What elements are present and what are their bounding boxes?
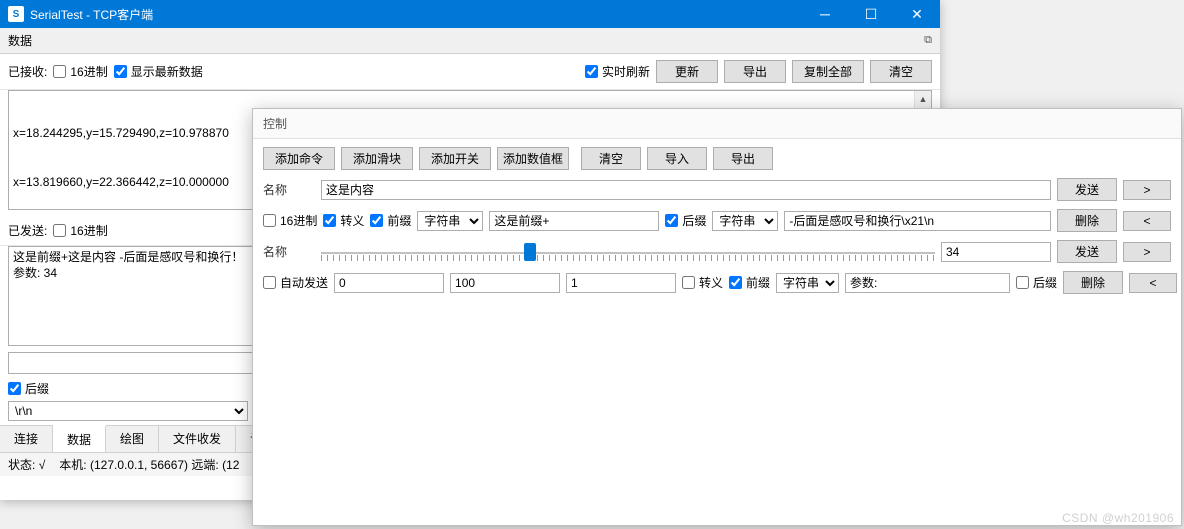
received-label: 已接收: [8, 63, 47, 80]
ctrl-import-button[interactable]: 导入 [647, 147, 707, 170]
titlebar[interactable]: S SerialTest - TCP客户端 ─ ☐ ✕ [0, 0, 940, 28]
control-body: 添加命令 添加滑块 添加开关 添加数值框 清空 导入 导出 名称 发送 > 16… [253, 139, 1181, 302]
cmd-detail-row: 16进制 转义 前缀 字符串 后缀 字符串 删除 < [263, 209, 1171, 232]
cmd-send-button[interactable]: 发送 [1057, 178, 1117, 201]
suffix-select[interactable]: \r\n [8, 401, 248, 421]
num-suffix-checkbox[interactable]: 后缀 [1016, 274, 1057, 291]
tab-connect[interactable]: 连接 [0, 426, 53, 452]
auto-send-checkbox[interactable]: 自动发送 [263, 274, 328, 291]
close-button[interactable]: ✕ [894, 0, 940, 28]
cmd-name-label: 名称 [263, 181, 315, 198]
tx-text: 这是前缀+这是内容 -后面是感叹号和换行！ 参数: 34 [13, 250, 243, 280]
update-button[interactable]: 更新 [656, 60, 718, 83]
maximize-button[interactable]: ☐ [848, 0, 894, 28]
cmd-prefix-input[interactable] [489, 211, 659, 231]
clear-button[interactable]: 清空 [870, 60, 932, 83]
tab-data[interactable]: 数据 [53, 425, 106, 452]
slider-track[interactable] [321, 241, 935, 263]
cmd-prefix-checkbox[interactable]: 前缀 [370, 212, 411, 229]
add-numbox-button[interactable]: 添加数值框 [497, 147, 569, 170]
status-state: 状态: √ [8, 456, 45, 473]
cmd-delete-button[interactable]: 删除 [1057, 209, 1117, 232]
tab-plot[interactable]: 绘图 [106, 426, 159, 452]
cmd-expand-right-button[interactable]: > [1123, 180, 1171, 200]
copy-all-button[interactable]: 复制全部 [792, 60, 864, 83]
slider-row: 名称 发送 > [263, 240, 1171, 263]
control-window: 控制 添加命令 添加滑块 添加开关 添加数值框 清空 导入 导出 名称 发送 >… [252, 108, 1182, 526]
status-local: 本机: (127.0.0.1, 56667) 远端: (12 [59, 456, 239, 473]
tab-filetx[interactable]: 文件收发 [159, 426, 236, 452]
rx-hex-checkbox[interactable]: 16进制 [53, 63, 107, 80]
undock-icon[interactable]: ⧉ [924, 34, 932, 47]
numbox-row: 自动发送 转义 前缀 字符串 后缀 删除 < [263, 271, 1171, 294]
slider-send-button[interactable]: 发送 [1057, 240, 1117, 263]
window-controls: ─ ☐ ✕ [802, 0, 940, 28]
num-prefix-input[interactable] [845, 273, 1010, 293]
add-slider-button[interactable]: 添加滑块 [341, 147, 413, 170]
slider-name-label: 名称 [263, 243, 315, 260]
data-pane-title: 数据 [8, 32, 32, 49]
num-collapse-left-button[interactable]: < [1129, 273, 1177, 293]
scroll-up-icon[interactable]: ▲ [919, 91, 928, 107]
cmd-prefix-type-select[interactable]: 字符串 [417, 211, 483, 231]
cmd-suffix-checkbox[interactable]: 后缀 [665, 212, 706, 229]
data-pane-header: 数据 ⧉ [0, 28, 940, 54]
rx-realtime-checkbox[interactable]: 实时刷新 [585, 63, 650, 80]
add-row: 添加命令 添加滑块 添加开关 添加数值框 清空 导入 导出 [263, 147, 1171, 170]
rx-toolbar: 已接收: 16进制 显示最新数据 实时刷新 更新 导出 复制全部 清空 [0, 54, 940, 90]
ctrl-clear-button[interactable]: 清空 [581, 147, 641, 170]
num-min-input[interactable] [334, 273, 444, 293]
rx-show-latest-checkbox[interactable]: 显示最新数据 [114, 63, 203, 80]
slider-thumb[interactable] [524, 243, 536, 261]
slider-expand-right-button[interactable]: > [1123, 242, 1171, 262]
ctrl-export-button[interactable]: 导出 [713, 147, 773, 170]
cmd-name-row: 名称 发送 > [263, 178, 1171, 201]
slider-value-input[interactable] [941, 242, 1051, 262]
add-switch-button[interactable]: 添加开关 [419, 147, 491, 170]
num-prefix-checkbox[interactable]: 前缀 [729, 274, 770, 291]
cmd-escape-checkbox[interactable]: 转义 [323, 212, 364, 229]
sent-label: 已发送: [8, 222, 47, 239]
add-cmd-button[interactable]: 添加命令 [263, 147, 335, 170]
cmd-hex-checkbox[interactable]: 16进制 [263, 212, 317, 229]
control-header[interactable]: 控制 [253, 109, 1181, 139]
minimize-button[interactable]: ─ [802, 0, 848, 28]
cmd-collapse-left-button[interactable]: < [1123, 211, 1171, 231]
cmd-suffix-type-select[interactable]: 字符串 [712, 211, 778, 231]
num-prefix-type-select[interactable]: 字符串 [776, 273, 839, 293]
app-icon: S [8, 6, 24, 22]
window-title: SerialTest - TCP客户端 [30, 6, 802, 23]
tx-hex-checkbox[interactable]: 16进制 [53, 222, 107, 239]
cmd-name-input[interactable] [321, 180, 1051, 200]
num-max-input[interactable] [450, 273, 560, 293]
num-delete-button[interactable]: 删除 [1063, 271, 1123, 294]
cmd-suffix-input[interactable] [784, 211, 1051, 231]
num-step-input[interactable] [566, 273, 676, 293]
num-escape-checkbox[interactable]: 转义 [682, 274, 723, 291]
export-button[interactable]: 导出 [724, 60, 786, 83]
